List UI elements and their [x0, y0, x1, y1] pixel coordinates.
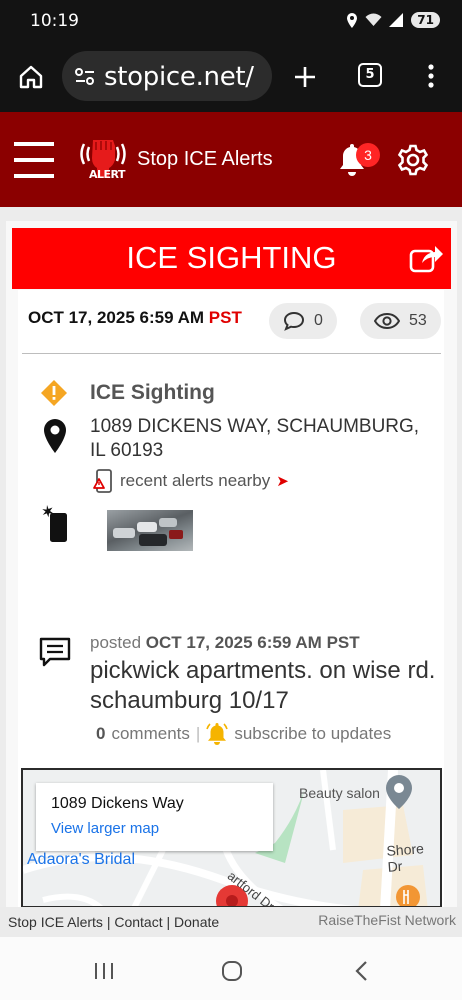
arrow-right-icon: ➤: [276, 473, 289, 490]
warning-diamond-icon: [41, 380, 67, 406]
location-icon: [347, 12, 358, 28]
url-text: stopice.net/: [104, 62, 254, 92]
phone-alert-icon: [93, 469, 112, 493]
separator: |: [195, 724, 201, 743]
gear-icon[interactable]: [396, 143, 430, 177]
report-timezone: PST: [208, 308, 242, 327]
share-icon[interactable]: [409, 241, 443, 273]
alert-banner: ICE SIGHTING: [12, 228, 451, 289]
footer-donate-link[interactable]: Donate: [174, 914, 219, 930]
back-icon[interactable]: [354, 961, 368, 981]
map-label-adaoras-bridal: Adaora's Bridal: [27, 851, 135, 868]
site-title[interactable]: Stop ICE Alerts: [137, 148, 273, 171]
posted-date: OCT 17, 2025 6:59 AM: [145, 633, 322, 652]
location-pin-icon: [44, 419, 66, 453]
new-tab-icon[interactable]: [293, 65, 317, 89]
address-line-2: IL 60193: [90, 440, 164, 461]
message-icon: [39, 637, 71, 667]
browser-toolbar: stopice.net/ 5: [0, 44, 462, 112]
footer-links: Stop ICE Alerts | Contact | Donate: [8, 914, 219, 930]
banner-title: ICE SIGHTING: [126, 240, 337, 275]
subscribe-link[interactable]: subscribe to updates: [234, 724, 391, 744]
posted-timezone: PST: [326, 633, 360, 652]
site-footer: Stop ICE Alerts | Contact | Donate Raise…: [0, 907, 462, 937]
comment-count-pill[interactable]: 0: [269, 303, 337, 339]
comments-line: 0 comments | subscribe to updates: [96, 722, 391, 746]
site-header: ALERT Stop ICE Alerts 3: [0, 112, 462, 207]
recent-alerts-nearby-link[interactable]: recent alerts nearby ➤: [92, 469, 289, 493]
restaurant-pin-icon[interactable]: [395, 884, 421, 908]
view-count: 53: [409, 312, 427, 329]
system-nav-bar: [0, 937, 462, 1000]
comments-link[interactable]: comments: [111, 724, 189, 744]
tab-switcher-button[interactable]: 5: [358, 63, 382, 87]
poi-pin-icon[interactable]: [384, 774, 414, 810]
wifi-icon: [365, 13, 382, 26]
comment-count: 0: [314, 312, 323, 329]
sighting-type: ICE Sighting: [90, 381, 215, 404]
map-place-title: 1089 Dickens Way: [51, 795, 184, 812]
site-settings-icon[interactable]: [75, 68, 95, 85]
report-description: pickwick apartments. on wise rd. schaumb…: [90, 657, 436, 714]
status-icons: 71: [346, 12, 440, 28]
footer-network[interactable]: RaiseTheFist Network: [318, 912, 456, 928]
eye-icon: [374, 313, 400, 329]
posted-meta: posted OCT 17, 2025 6:59 AM PST: [90, 633, 360, 653]
address-bar[interactable]: stopice.net/: [62, 51, 272, 101]
logo-badge: ALERT: [89, 168, 126, 181]
footer-contact-link[interactable]: Contact: [114, 914, 162, 930]
address: 1089 DICKENS WAY, SCHAUMBURG, IL 60193: [90, 415, 430, 463]
status-time: 10:19: [30, 11, 79, 31]
home-button-icon[interactable]: [221, 960, 243, 982]
recent-apps-icon[interactable]: [93, 961, 115, 981]
sighting-photo-thumbnail[interactable]: [107, 510, 193, 551]
map-info-card: 1089 Dickens Way View larger map: [36, 783, 273, 851]
bell-subscribe-icon[interactable]: [206, 722, 229, 746]
posted-prefix: posted: [90, 633, 142, 652]
home-icon[interactable]: [18, 64, 44, 90]
comments-count[interactable]: 0: [96, 724, 105, 744]
recent-alerts-nearby-text: recent alerts nearby: [120, 471, 271, 490]
view-larger-map-link[interactable]: View larger map: [51, 820, 159, 837]
map-label-shore-dr: Shore Dr: [385, 840, 425, 875]
hamburger-icon[interactable]: [14, 140, 56, 180]
footer-site-link[interactable]: Stop ICE Alerts: [8, 914, 103, 930]
footer-separator: |: [106, 914, 111, 930]
status-bar: 10:19 71: [0, 0, 462, 44]
report-date: OCT 17, 2025 6:59 AM PST: [28, 308, 242, 328]
notification-badge[interactable]: 3: [356, 143, 380, 167]
photo-content: [113, 518, 183, 546]
battery-indicator: 71: [411, 12, 440, 28]
divider: [22, 353, 441, 354]
report-date-text: OCT 17, 2025 6:59 AM: [28, 308, 205, 327]
phone-camera-icon: [42, 505, 67, 542]
signal-icon: [389, 13, 404, 27]
comment-icon: [283, 311, 305, 331]
map-label-beauty-salon: Beauty salon: [299, 785, 380, 801]
view-count-pill: 53: [360, 303, 441, 339]
address-line-1: 1089 DICKENS WAY, SCHAUMBURG,: [90, 416, 420, 437]
menu-dots-icon[interactable]: [426, 63, 436, 89]
footer-separator: |: [166, 914, 171, 930]
